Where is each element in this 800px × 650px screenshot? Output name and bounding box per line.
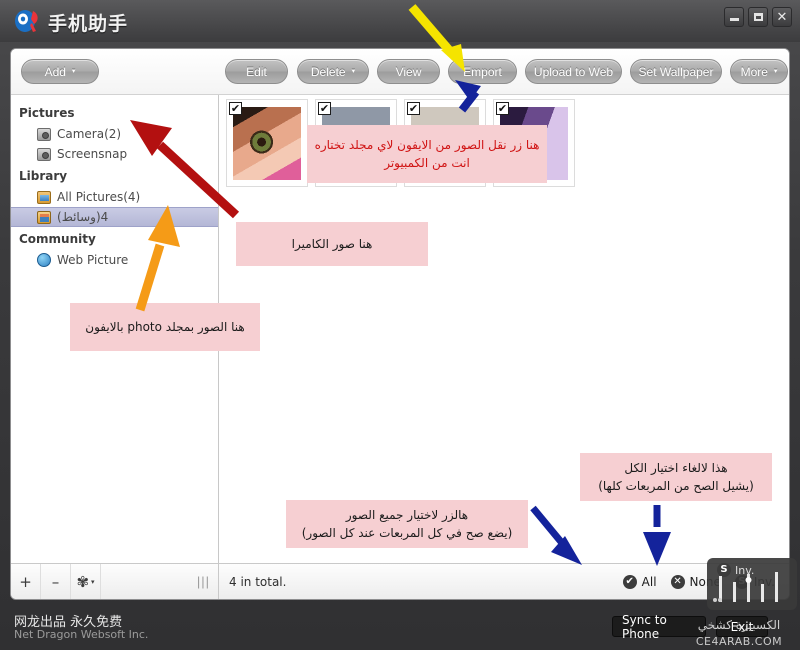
sidebar-group-library: Library [19, 169, 68, 183]
annotation-deselect-all: هذا لالغاء اختيار الكل (يشيل الصح من الم… [580, 453, 772, 501]
thumbnail-checkbox[interactable]: ✔ [229, 102, 242, 115]
upload-to-web-button[interactable]: Upload to Web [525, 59, 622, 84]
application-window: 手机助手 ✕ Add ▾ Edit Delete ▾ View Emport U… [0, 0, 800, 650]
thumbnail-image [233, 107, 301, 180]
thumbnail-checkbox[interactable]: ✔ [318, 102, 331, 115]
item-count-label: 4 in total. [229, 574, 287, 589]
close-circle-icon: ✕ [670, 574, 685, 589]
annotation-line: (يشيل الصح من المربعات كلها) [598, 479, 754, 493]
brand-english: Net Dragon Websoft Inc. [14, 628, 149, 641]
thumbnail-checkbox[interactable]: ✔ [496, 102, 509, 115]
chevron-down-icon: ▾ [351, 67, 356, 75]
thumbnail-checkbox[interactable]: ✔ [407, 102, 420, 115]
annotation-line: هذا لالغاء اختيار الكل [624, 461, 728, 475]
sidebar-item-camera[interactable]: Camera(2) [11, 124, 218, 144]
watermark-domain: CE4ARAB.COM [695, 635, 783, 648]
gear-icon: ✾ [76, 572, 90, 591]
watermark-overlay: S Inv. [707, 558, 797, 610]
watermark-signature: الكسبيرة كشخي [697, 618, 781, 632]
annotation-line: هنا زر نقل الصور من الايفون لاي مجلد تخت… [314, 138, 540, 152]
sidebar-item-label: Camera(2) [57, 127, 122, 141]
delete-button[interactable]: Delete ▾ [297, 59, 369, 84]
sidebar-item-label: Screensnap [57, 147, 128, 161]
sidebar-item-web-picture[interactable]: Web Picture [11, 250, 218, 270]
annotation-line: هنا الصور بمجلد photo بالايفون [85, 320, 245, 334]
camera-icon [37, 127, 51, 141]
globe-icon [37, 253, 51, 267]
close-button[interactable]: ✕ [772, 7, 792, 27]
sidebar-item-label: All Pictures(4) [57, 190, 141, 204]
sidebar-group-community: Community [19, 232, 96, 246]
upload-to-web-button-label: Upload to Web [533, 64, 614, 79]
toolbar: Add ▾ Edit Delete ▾ View Emport Upload t… [11, 49, 789, 95]
chevron-down-icon: ▾ [91, 577, 95, 586]
edit-button-label: Edit [246, 64, 267, 79]
check-circle-icon: ✔ [622, 574, 637, 589]
set-wallpaper-button-label: Set Wallpaper [638, 64, 714, 79]
watermark-bars-icon [713, 572, 778, 602]
camera-icon [37, 147, 51, 161]
annotation-line: انت من الكمبيوتر [384, 156, 470, 170]
emport-button[interactable]: Emport [448, 59, 517, 84]
remove-folder-button[interactable]: – [41, 564, 71, 599]
title-bar: 手机助手 ✕ [0, 0, 800, 42]
maximize-button[interactable] [748, 7, 768, 27]
sidebar-item-screensnap[interactable]: Screensnap [11, 144, 218, 164]
sidebar-item-media[interactable]: (وسائط)4 [11, 207, 218, 227]
media-folder-icon [37, 210, 51, 224]
view-button-label: View [395, 64, 422, 79]
sidebar-group-pictures: Pictures [19, 106, 75, 120]
sidebar-item-label: Web Picture [57, 253, 129, 267]
sidebar-item-label: (وسائط)4 [57, 210, 109, 224]
add-button[interactable]: Add ▾ [21, 59, 99, 84]
footer-bar: 网龙出品 永久免费 Net Dragon Websoft Inc. Sync t… [0, 602, 800, 650]
edit-button[interactable]: Edit [225, 59, 288, 84]
annotation-line: هالزر لاختيار جميع الصور [345, 508, 469, 522]
thumbnail-eye[interactable]: ✔ [226, 99, 308, 187]
splitter-grip[interactable]: ||| [197, 574, 210, 589]
sidebar-item-all-pictures[interactable]: All Pictures(4) [11, 187, 218, 207]
annotation-iphone-photo-folder: هنا الصور بمجلد photo بالايفون [70, 303, 260, 351]
window-title: 手机助手 [48, 13, 129, 35]
pictures-folder-icon [37, 190, 51, 204]
set-wallpaper-button[interactable]: Set Wallpaper [630, 59, 722, 84]
view-button[interactable]: View [377, 59, 440, 84]
minimize-button[interactable] [724, 7, 744, 27]
status-bar: + – ✾ ▾ ||| 4 in total. ✔ All ✕ None S I… [11, 563, 789, 599]
select-all-button[interactable]: ✔ All [622, 574, 671, 589]
chevron-down-icon: ▾ [71, 67, 76, 75]
settings-gear-button[interactable]: ✾ ▾ [71, 564, 101, 599]
delete-button-label: Delete [310, 64, 346, 79]
annotation-camera-photos: هنا صور الكاميرا [236, 222, 428, 266]
more-button[interactable]: More ▾ [730, 59, 788, 84]
emport-button-label: Emport [463, 64, 502, 79]
status-bar-left: + – ✾ ▾ ||| [11, 564, 219, 599]
add-folder-button[interactable]: + [11, 564, 41, 599]
annotation-line: هنا صور الكاميرا [291, 237, 373, 251]
chevron-down-icon: ▾ [773, 67, 778, 75]
add-button-label: Add [44, 64, 66, 79]
more-button-label: More [740, 64, 768, 79]
annotation-export-button: هنا زر نقل الصور من الايفون لاي مجلد تخت… [307, 125, 547, 183]
select-all-label: All [641, 574, 657, 589]
assistant-logo-icon [15, 10, 38, 32]
annotation-line: (يضع صح في كل المربعات عند كل الصور) [301, 526, 513, 540]
annotation-select-all: هالزر لاختيار جميع الصور (يضع صح في كل ا… [286, 500, 528, 548]
window-controls: ✕ [724, 7, 792, 27]
